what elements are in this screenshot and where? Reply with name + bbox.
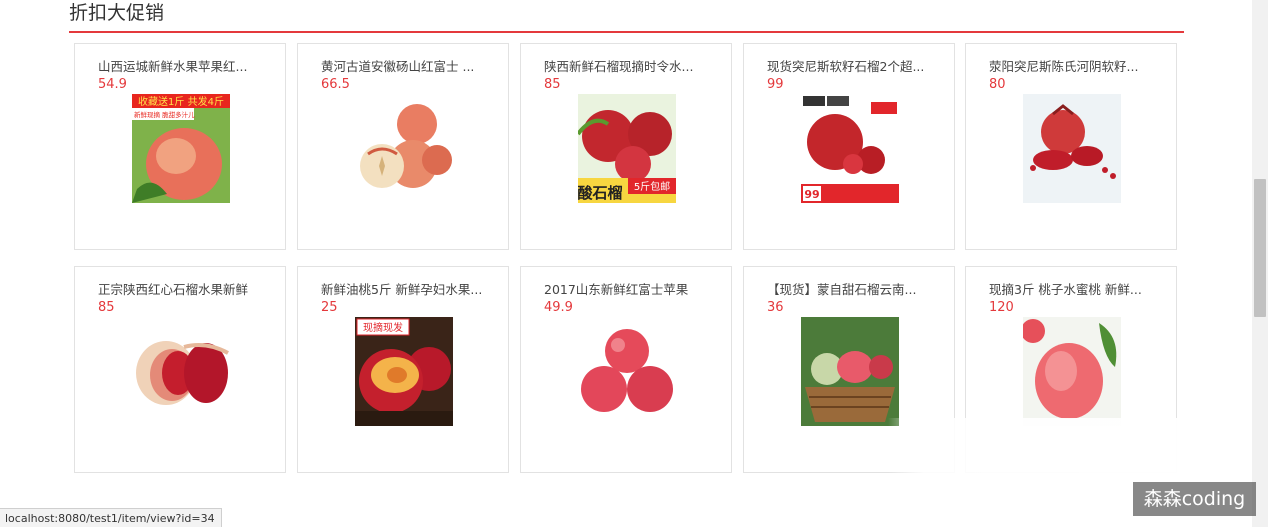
product-price: 85 [544, 77, 561, 92]
product-image[interactable] [355, 94, 453, 203]
status-bar-url: localhost:8080/test1/item/view?id=34 [0, 508, 222, 527]
vertical-scrollbar[interactable] [1252, 0, 1268, 527]
product-name[interactable]: 2017山东新鲜红富士苹果 [544, 282, 709, 298]
image-caption: 收藏送1斤 共发4斤 [138, 95, 224, 108]
image-caption: 酸石榴 [578, 184, 623, 202]
product-price: 36 [767, 300, 784, 315]
product-card[interactable]: 山西运城新鲜水果苹果红... 54.9 收藏送1斤 共发4斤 新鲜现摘 脆甜多汁… [74, 43, 286, 250]
product-price: 99 [767, 77, 784, 92]
product-image[interactable] [1023, 94, 1121, 203]
product-card[interactable]: 正宗陕西红心石榴水果新鲜 85 [74, 266, 286, 473]
image-caption: 99 [804, 188, 819, 201]
product-price: 66.5 [321, 77, 350, 92]
product-card[interactable]: 黄河古道安徽砀山红富士 ... 66.5 [297, 43, 509, 250]
product-card[interactable]: 新鲜油桃5斤 新鲜孕妇水果... 25 现摘现发 [297, 266, 509, 473]
product-image[interactable]: 酸石榴 5斤包邮 [578, 94, 676, 203]
product-image[interactable]: 现摘现发 [355, 317, 453, 426]
watermark-label: 森森coding [1133, 482, 1256, 516]
scrollbar-thumb[interactable] [1254, 179, 1266, 317]
product-card[interactable]: 现货突尼斯软籽石榴2个超... 99 99 [743, 43, 955, 250]
product-image[interactable] [578, 317, 676, 426]
product-name[interactable]: 现摘3斤 桃子水蜜桃 新鲜... [989, 282, 1154, 298]
image-caption: 现摘现发 [363, 321, 403, 334]
page: 折扣大促销 山西运城新鲜水果苹果红... 54.9 收藏送1斤 共发4斤 新鲜现… [0, 0, 1252, 527]
product-name[interactable]: 正宗陕西红心石榴水果新鲜 [98, 282, 263, 298]
product-price: 49.9 [544, 300, 573, 315]
product-name[interactable]: 陕西新鲜石榴现摘时令水... [544, 59, 709, 75]
product-name[interactable]: 【现货】蒙自甜石榴云南... [767, 282, 932, 298]
product-name[interactable]: 现货突尼斯软籽石榴2个超... [767, 59, 932, 75]
product-price: 120 [989, 300, 1014, 315]
product-name[interactable]: 山西运城新鲜水果苹果红... [98, 59, 263, 75]
product-price: 85 [98, 300, 115, 315]
product-image[interactable] [132, 317, 230, 426]
product-card[interactable]: 2017山东新鲜红富士苹果 49.9 [520, 266, 732, 473]
product-name[interactable]: 黄河古道安徽砀山红富士 ... [321, 59, 486, 75]
product-image[interactable] [1023, 317, 1121, 426]
product-price: 54.9 [98, 77, 127, 92]
product-card[interactable]: 荥阳突尼斯陈氏河阴软籽... 80 [965, 43, 1177, 250]
product-name[interactable]: 荥阳突尼斯陈氏河阴软籽... [989, 59, 1154, 75]
image-caption: 5斤包邮 [634, 180, 670, 193]
product-image[interactable]: 收藏送1斤 共发4斤 新鲜现摘 脆甜多汁儿 [132, 94, 230, 203]
product-price: 25 [321, 300, 338, 315]
section-divider [69, 31, 1184, 33]
product-card[interactable]: 陕西新鲜石榴现摘时令水... 85 酸石榴 5斤包邮 [520, 43, 732, 250]
product-name[interactable]: 新鲜油桃5斤 新鲜孕妇水果... [321, 282, 486, 298]
section-title: 折扣大促销 [69, 2, 165, 24]
product-image[interactable]: 99 [801, 94, 899, 203]
image-caption: 新鲜现摘 脆甜多汁儿 [134, 110, 195, 119]
product-image[interactable] [801, 317, 899, 426]
product-price: 80 [989, 77, 1006, 92]
